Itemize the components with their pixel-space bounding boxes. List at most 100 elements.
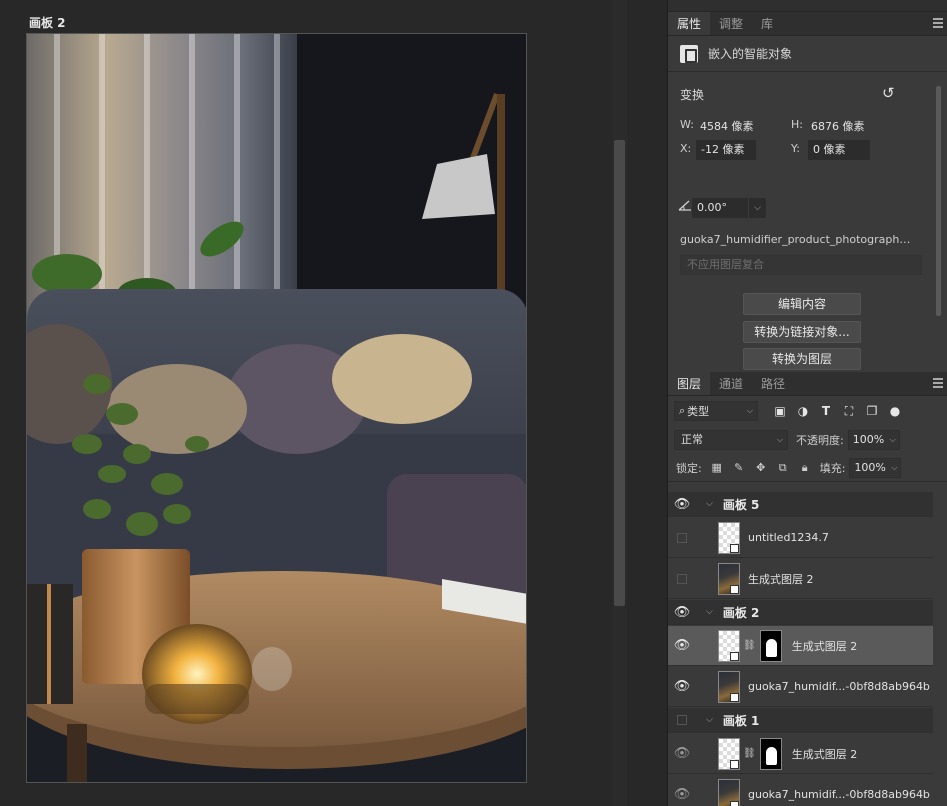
smart-object-badge-icon	[730, 543, 739, 553]
panel-gutter	[627, 0, 668, 806]
blend-mode-select[interactable]: 正常 ⌵	[674, 430, 788, 450]
visibility-eye-icon[interactable]: 👁︎	[668, 787, 696, 802]
layer-thumbnail	[718, 629, 740, 662]
chevron-down-icon[interactable]: ⌵	[706, 715, 713, 725]
angle-dropdown-icon[interactable]: ⌵	[748, 198, 766, 218]
layer-row[interactable]: 👁︎ guoka7_humidif...-0bf8d8ab964b	[668, 775, 933, 806]
filter-kind-label: 类型	[687, 405, 710, 418]
lock-artboard-icon[interactable]: ⧉	[776, 461, 790, 475]
interior-photo	[27, 34, 526, 782]
smart-object-source-name: guoka7_humidifier_product_photography_in…	[680, 233, 916, 246]
fill-input[interactable]: 100% ⌵	[849, 457, 902, 478]
filter-smart-object-icon[interactable]: ❐	[864, 403, 880, 419]
visibility-off-box[interactable]	[677, 573, 687, 584]
transform-title: 变换	[680, 88, 705, 102]
layer-row[interactable]: 生成式图层 2	[668, 559, 933, 599]
document-canvas[interactable]: 画板 2	[0, 0, 612, 806]
lock-transparent-icon[interactable]: ▦	[710, 461, 724, 475]
layer-name: 生成式图层 2	[748, 572, 814, 586]
panel-menu-icon[interactable]	[933, 18, 943, 28]
layers-panel: 图层 通道 路径 ⌕ 类型 ⌵ ▣ ◑ T ⛶ ❐ ● 正常 ⌵ 不透明度: 1…	[668, 372, 947, 806]
height-label: H:	[791, 118, 803, 131]
layer-thumbnail	[718, 737, 740, 770]
smart-object-badge-icon	[730, 584, 739, 594]
visibility-off-box[interactable]	[677, 715, 687, 725]
y-position-input[interactable]: 0 像素	[808, 140, 870, 160]
panel-top-bar	[668, 0, 947, 12]
canvas-vertical-scrollbar[interactable]	[612, 0, 627, 806]
tab-adjustments[interactable]: 调整	[710, 12, 752, 35]
layer-row-selected[interactable]: 👁︎ ⛓ 生成式图层 2	[668, 626, 933, 666]
artboard-label[interactable]: 画板 2	[29, 14, 66, 31]
layer-row[interactable]: untitled1234.7	[668, 518, 933, 558]
chevron-down-icon[interactable]: ⌵	[706, 499, 713, 509]
visibility-eye-icon[interactable]: 👁︎	[668, 746, 696, 761]
width-label: W:	[680, 118, 694, 131]
layer-row[interactable]: 👁︎ ⛓ 生成式图层 2	[668, 734, 933, 774]
visibility-off-box[interactable]	[677, 532, 687, 543]
filter-pixel-icon[interactable]: ▣	[772, 403, 788, 419]
layer-thumbnail	[718, 670, 740, 703]
tab-channels[interactable]: 通道	[710, 372, 752, 395]
smart-object-badge-icon	[730, 759, 739, 769]
opacity-value: 100%	[852, 433, 885, 446]
smart-object-badge-icon	[730, 692, 739, 702]
properties-tabs: 属性 调整 库	[668, 12, 947, 36]
width-value[interactable]: 4584 像素	[700, 118, 754, 134]
edit-contents-button[interactable]: 编辑内容	[743, 293, 861, 315]
layer-mask-thumbnail[interactable]	[759, 737, 782, 770]
opacity-input[interactable]: 100% ⌵	[847, 430, 900, 450]
object-type-label: 嵌入的智能对象	[708, 47, 793, 61]
tab-paths[interactable]: 路径	[752, 372, 794, 395]
filter-adjustment-icon[interactable]: ◑	[795, 403, 811, 419]
visibility-eye-icon[interactable]: 👁︎	[668, 679, 696, 694]
mask-link-icon[interactable]: ⛓	[743, 640, 756, 651]
lock-position-icon[interactable]: ✥	[754, 461, 768, 475]
layer-thumbnail	[718, 521, 740, 554]
visibility-eye-icon[interactable]: 👁︎	[668, 497, 696, 512]
mask-link-icon[interactable]: ⛓	[743, 748, 756, 759]
convert-to-linked-button[interactable]: 转换为链接对象...	[743, 321, 861, 343]
layer-name: guoka7_humidif...-0bf8d8ab964b	[748, 680, 930, 693]
layer-comp-select[interactable]: 不应用图层复合	[680, 255, 922, 275]
opacity-label: 不透明度:	[796, 434, 844, 447]
properties-scrollbar-thumb[interactable]	[936, 86, 941, 316]
smart-object-icon	[680, 44, 698, 63]
layer-row[interactable]: 👁︎ guoka7_humidif...-0bf8d8ab964b	[668, 667, 933, 707]
tab-properties[interactable]: 属性	[668, 12, 711, 35]
y-label: Y:	[791, 142, 800, 155]
properties-scrollbar[interactable]	[934, 86, 943, 322]
lock-label: 锁定:	[676, 461, 702, 475]
layer-thumbnail	[718, 562, 740, 595]
tab-layers[interactable]: 图层	[668, 372, 711, 395]
layer-group-artboard-2[interactable]: 👁︎ ⌵ 画板 2	[668, 600, 933, 625]
height-value[interactable]: 6876 像素	[811, 118, 865, 134]
blend-mode-value: 正常	[681, 433, 703, 446]
layer-mask-thumbnail[interactable]	[759, 629, 782, 662]
angle-input[interactable]: 0.00°	[692, 198, 748, 218]
chevron-down-icon[interactable]: ⌵	[706, 607, 713, 617]
layers-menu-icon[interactable]	[933, 378, 943, 388]
filter-type-icon[interactable]: T	[818, 403, 834, 419]
chevron-down-icon: ⌵	[889, 435, 896, 444]
lock-image-icon[interactable]: ✎	[732, 461, 746, 475]
layer-group-artboard-5[interactable]: 👁︎ ⌵ 画板 5	[668, 492, 933, 517]
convert-to-layers-button[interactable]: 转换为图层	[743, 348, 861, 370]
layers-tabs: 图层 通道 路径	[668, 372, 947, 396]
chevron-down-icon: ⌵	[776, 435, 783, 444]
object-type-row: 嵌入的智能对象	[668, 36, 947, 72]
x-position-input[interactable]: -12 像素	[696, 140, 756, 160]
layer-group-artboard-1[interactable]: ⌵ 画板 1	[668, 708, 933, 733]
canvas-scrollbar-thumb[interactable]	[614, 140, 625, 606]
visibility-eye-icon[interactable]: 👁︎	[668, 605, 696, 620]
visibility-eye-icon[interactable]: 👁︎	[668, 638, 696, 653]
lock-all-icon[interactable]: 🔒︎	[798, 461, 812, 475]
filter-toggle-icon[interactable]: ●	[887, 403, 903, 419]
group-name: 画板 1	[722, 713, 760, 728]
filter-shape-icon[interactable]: ⛶	[841, 403, 857, 419]
tab-libraries[interactable]: 库	[752, 12, 782, 35]
artboard-image[interactable]	[26, 33, 527, 783]
reset-transform-icon[interactable]: ↺	[882, 84, 895, 102]
layer-filter-kind-select[interactable]: ⌕ 类型 ⌵	[674, 401, 758, 421]
layers-scrollbar[interactable]	[936, 490, 945, 806]
